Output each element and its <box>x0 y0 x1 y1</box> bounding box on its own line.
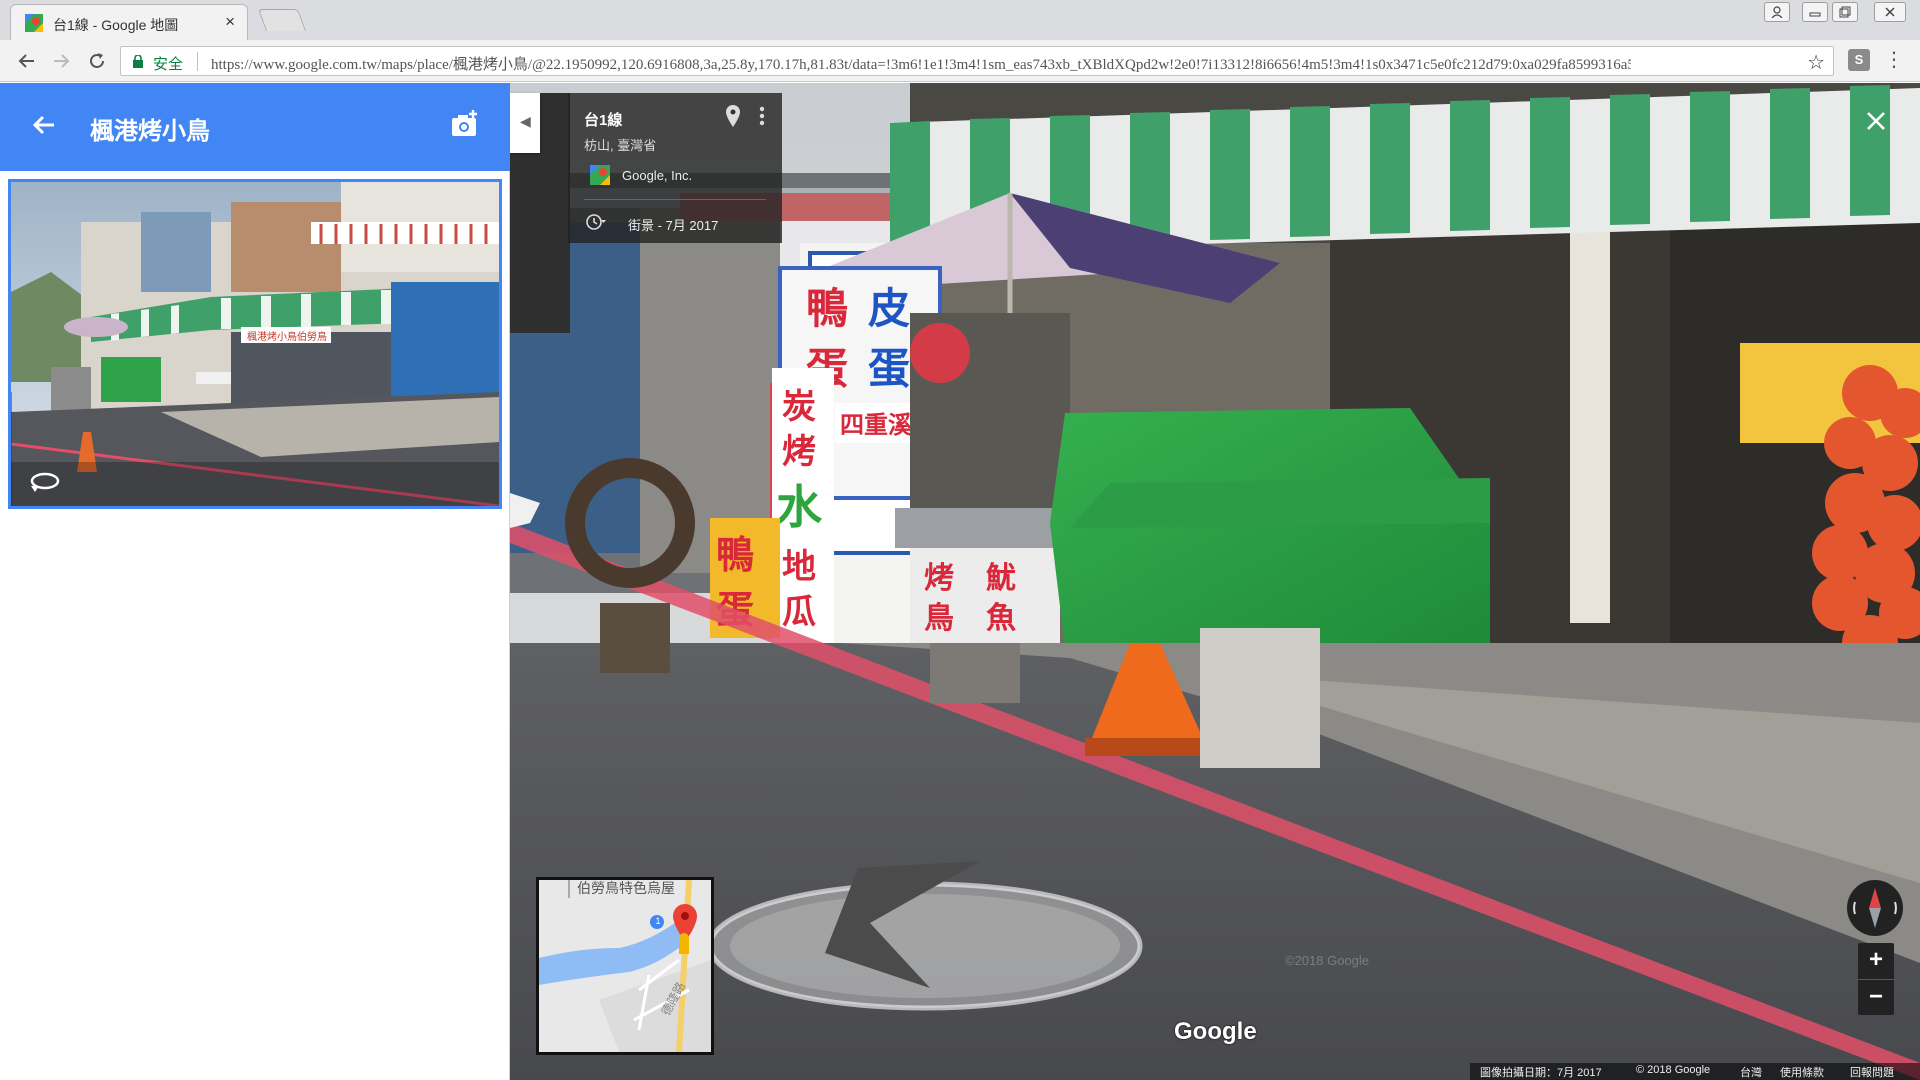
region-name: 枋山, 臺灣省 <box>584 138 657 153</box>
zoom-control: + − <box>1858 943 1894 1015</box>
chrome-menu-icon[interactable]: ⋮ <box>1884 48 1904 72</box>
mini-map-route-badge: 1 <box>655 916 661 926</box>
google-logo: Google <box>1174 1018 1257 1045</box>
place-title: 楓港烤小鳥 <box>90 118 210 145</box>
browser-titlebar: 台1線 - Google 地圖 × <box>0 0 1920 40</box>
reload-icon[interactable] <box>84 48 110 74</box>
sign-water: 水 <box>776 480 823 534</box>
tab-close-icon[interactable]: × <box>225 12 235 32</box>
address-bar[interactable]: 安全 https://www.google.com.tw/maps/place/… <box>120 46 1834 76</box>
mini-map-image <box>539 880 711 1052</box>
zoom-out-button[interactable]: − <box>1858 979 1894 1015</box>
google-maps-favicon-icon <box>25 14 43 32</box>
map-pin-icon[interactable] <box>726 105 740 127</box>
window-close-icon[interactable] <box>1874 2 1906 22</box>
back-icon[interactable] <box>14 48 40 74</box>
location-info-card: 台1線 枋山, 臺灣省 Google, Inc. 街景 - 7月 2017 <box>568 93 782 243</box>
close-street-view-icon[interactable] <box>1864 109 1888 133</box>
more-options-icon[interactable] <box>758 105 766 127</box>
restore-icon[interactable] <box>1832 2 1858 22</box>
info-divider <box>584 199 766 200</box>
footer-report-link[interactable]: 回報問題 <box>1850 1064 1894 1080</box>
add-photo-icon[interactable] <box>450 109 480 139</box>
omnibox-divider <box>197 52 198 71</box>
footer-capture-date: 圖像拍攝日期：7月 2017 <box>1480 1067 1602 1079</box>
road-name: 台1線 <box>584 112 623 129</box>
forward-icon[interactable] <box>48 48 74 74</box>
panel-header: 楓港烤小鳥 <box>0 83 510 171</box>
imagery-provider: Google, Inc. <box>622 168 693 183</box>
place-panel: 楓港烤小鳥 楓港烤小鳥伯勞鳥 <box>0 83 510 1080</box>
street-view-pane[interactable]: 鴨蛋 皮蛋 炭烤 水 地瓜 鴨蛋 四重溪紅 烤鳥 魷魚 <box>510 83 1920 1080</box>
collapse-panel-button[interactable]: ◀ <box>510 93 540 153</box>
new-tab-button[interactable] <box>257 9 307 31</box>
time-travel-clock-icon[interactable] <box>586 213 606 231</box>
mini-map-place-label: 伯勞鳥特色烏屋 <box>577 880 675 896</box>
browser-tab[interactable]: 台1線 - Google 地圖 × <box>10 4 248 40</box>
footer-copyright: © 2018 Google <box>1636 1064 1711 1076</box>
secure-label: 安全 <box>153 56 184 73</box>
panel-back-icon[interactable] <box>30 111 58 139</box>
footer-terms-link[interactable]: 使用條款 <box>1780 1064 1824 1080</box>
thumb-banner-text: 楓港烤小鳥伯勞鳥 <box>247 330 327 343</box>
minimize-icon[interactable] <box>1802 2 1828 22</box>
tab-title: 台1線 - Google 地圖 <box>53 17 179 33</box>
image-watermark: ©2018 Google <box>1285 953 1370 968</box>
google-maps-logo-icon <box>590 165 610 185</box>
map-footer: 圖像拍攝日期：7月 2017 © 2018 Google 台灣 使用條款 回報問… <box>510 1063 1920 1080</box>
zoom-in-button[interactable]: + <box>1858 943 1894 979</box>
profile-icon[interactable] <box>1764 2 1790 22</box>
street-view-thumbnail[interactable]: 楓港烤小鳥伯勞鳥 <box>8 179 502 509</box>
bookmark-star-icon[interactable]: ☆ <box>1807 50 1825 75</box>
extension-icon[interactable]: S <box>1848 49 1870 71</box>
compass-icon[interactable] <box>1845 878 1905 938</box>
browser-toolbar: 安全 https://www.google.com.tw/maps/place/… <box>0 40 1920 82</box>
url-text[interactable]: https://www.google.com.tw/maps/place/楓港烤… <box>211 53 1631 74</box>
lock-icon <box>133 55 143 68</box>
footer-region[interactable]: 台灣 <box>1740 1064 1762 1080</box>
rotate-360-icon[interactable] <box>29 470 61 492</box>
capture-date: 街景 - 7月 2017 <box>628 218 719 233</box>
mini-map[interactable]: 伯勞鳥特色烏屋 德隆路 1 <box>536 877 714 1055</box>
thumbnail-image: 楓港烤小鳥伯勞鳥 <box>11 182 499 506</box>
